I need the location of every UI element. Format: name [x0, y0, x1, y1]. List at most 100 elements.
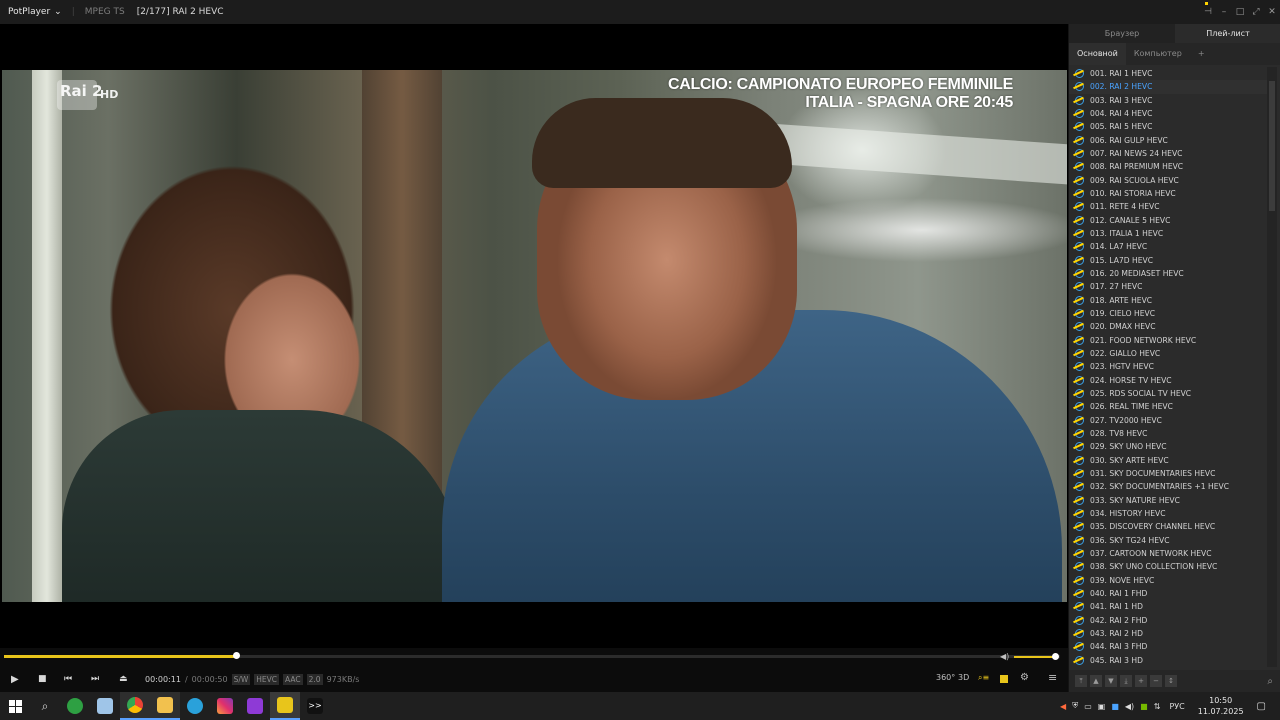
playlist-item[interactable]: 037. CARTOON NETWORK HEVC [1069, 547, 1267, 560]
move-top-icon[interactable]: ⤒ [1075, 675, 1087, 687]
telegram-icon[interactable] [180, 692, 210, 720]
playlist-item[interactable]: 030. SKY ARTE HEVC [1069, 454, 1267, 467]
playlist-item[interactable]: 039. NOVE HEVC [1069, 573, 1267, 586]
playlist-item[interactable]: 003. RAI 3 HEVC [1069, 94, 1267, 107]
playlist-item[interactable]: 024. HORSE TV HEVC [1069, 374, 1267, 387]
playlist-item[interactable]: 004. RAI 4 HEVC [1069, 107, 1267, 120]
instagram-icon[interactable] [210, 692, 240, 720]
playlist-item[interactable]: 012. CANALE 5 HEVC [1069, 214, 1267, 227]
chrome-icon[interactable] [120, 692, 150, 720]
playlist-item[interactable]: 015. LA7D HEVC [1069, 254, 1267, 267]
playlist-item[interactable]: 001. RAI 1 HEVC [1069, 67, 1267, 80]
scrollbar-thumb[interactable] [1269, 81, 1275, 211]
subtab-main[interactable]: Основной [1069, 43, 1126, 65]
playlist-item[interactable]: 044. RAI 3 FHD [1069, 640, 1267, 653]
playlist-item[interactable]: 041. RAI 1 HD [1069, 600, 1267, 613]
gear-icon[interactable]: ⚙ [1020, 672, 1029, 683]
playlist-item[interactable]: 009. RAI SCUOLA HEVC [1069, 174, 1267, 187]
playlist-item[interactable]: 016. 20 MEDIASET HEVC [1069, 267, 1267, 280]
playlist-item[interactable]: 034. HISTORY HEVC [1069, 507, 1267, 520]
display-icon[interactable]: ▣ [1098, 702, 1106, 711]
playlist-item[interactable]: 014. LA7 HEVC [1069, 240, 1267, 253]
video-frame[interactable]: Rai 2 HD CALCIO: CAMPIONATO EUROPEO FEMM… [2, 70, 1067, 602]
playlist-item[interactable]: 007. RAI NEWS 24 HEVC [1069, 147, 1267, 160]
search-taskbar-icon[interactable]: ⌕ [30, 692, 60, 720]
close-icon[interactable]: ✕ [1264, 7, 1280, 17]
play-button[interactable]: ▶ [11, 674, 19, 685]
defender-icon[interactable]: ⛨ [1072, 701, 1078, 711]
playlist-scrollbar[interactable] [1267, 67, 1277, 667]
eject-button[interactable]: ⏏ [119, 674, 128, 684]
vr-360-button[interactable]: 360° [936, 673, 955, 682]
playlist-item[interactable]: 038. SKY UNO COLLECTION HEVC [1069, 560, 1267, 573]
remove-icon[interactable]: − [1150, 675, 1162, 687]
language-indicator[interactable]: РУС [1169, 702, 1184, 711]
playlist-item[interactable]: 042. RAI 2 FHD [1069, 613, 1267, 626]
playlist-item[interactable]: 043. RAI 2 HD [1069, 627, 1267, 640]
playlist-item[interactable]: 029. SKY UNO HEVC [1069, 440, 1267, 453]
file-explorer-icon[interactable] [150, 692, 180, 720]
3d-button[interactable]: 3D [958, 673, 969, 682]
playlist-item[interactable]: 020. DMAX HEVC [1069, 320, 1267, 333]
playlist-item[interactable]: 040. RAI 1 FHD [1069, 587, 1267, 600]
playlist-item[interactable]: 013. ITALIA 1 HEVC [1069, 227, 1267, 240]
move-up-icon[interactable]: ▲ [1090, 675, 1102, 687]
playlist-item[interactable]: 006. RAI GULP HEVC [1069, 134, 1267, 147]
decoder-tag[interactable]: S/W [231, 674, 251, 685]
audio-channels-tag[interactable]: 2.0 [306, 674, 323, 685]
playlist-item[interactable]: 022. GIALLO HEVC [1069, 347, 1267, 360]
previous-button[interactable]: ⏮ [64, 674, 72, 684]
playlist-item[interactable]: 023. HGTV HEVC [1069, 360, 1267, 373]
playlist-item[interactable]: 028. TV8 HEVC [1069, 427, 1267, 440]
playlist-item[interactable]: 005. RAI 5 HEVC [1069, 120, 1267, 133]
playlist-item[interactable]: 010. RAI STORIA HEVC [1069, 187, 1267, 200]
torrent-app-icon[interactable] [60, 692, 90, 720]
downloader-icon[interactable] [240, 692, 270, 720]
next-button[interactable]: ⏭ [91, 674, 99, 684]
notes-app-icon[interactable] [90, 692, 120, 720]
seek-bar[interactable] [4, 652, 1060, 659]
playlist-search-icon[interactable]: ⌕≡ [978, 673, 989, 683]
playlist-item[interactable]: 036. SKY TG24 HEVC [1069, 533, 1267, 546]
video-area[interactable]: Rai 2 HD CALCIO: CAMPIONATO EUROPEO FEMM… [0, 24, 1068, 648]
playlist-item[interactable]: 025. RDS SOCIAL TV HEVC [1069, 387, 1267, 400]
volume-tray-icon[interactable]: ◀) [1125, 702, 1134, 711]
minimize-icon[interactable]: – [1216, 7, 1232, 17]
sort-icon[interactable]: ↕ [1165, 675, 1177, 687]
playlist-item[interactable]: 045. RAI 3 HD [1069, 653, 1267, 666]
playlist-item[interactable]: 008. RAI PREMIUM HEVC [1069, 160, 1267, 173]
playlist-item[interactable]: 017. 27 HEVC [1069, 280, 1267, 293]
audio-codec-tag[interactable]: AAC [283, 674, 303, 685]
sync-icon[interactable]: ⇅ [1154, 702, 1161, 711]
add-icon[interactable]: + [1135, 675, 1147, 687]
playlist-item[interactable]: 032. SKY DOCUMENTARIES +1 HEVC [1069, 480, 1267, 493]
playlist-item[interactable]: 002. RAI 2 HEVC [1069, 80, 1267, 94]
seek-handle[interactable] [233, 652, 241, 659]
playlist-item[interactable]: 035. DISCOVERY CHANNEL HEVC [1069, 520, 1267, 533]
add-tab-button[interactable]: + [1190, 43, 1213, 65]
menu-icon[interactable]: ≡ [1048, 671, 1057, 684]
notification-icon[interactable]: ▢ [1257, 701, 1266, 712]
video-codec-tag[interactable]: HEVC [254, 674, 280, 685]
search-icon[interactable]: ⌕ [1267, 676, 1273, 687]
playlist-item[interactable]: 026. REAL TIME HEVC [1069, 400, 1267, 413]
maximize-icon[interactable]: ⤢ [1248, 7, 1264, 17]
playlist-item[interactable]: 018. ARTE HEVC [1069, 294, 1267, 307]
subtab-computer[interactable]: Компьютер [1126, 43, 1190, 65]
playlist-item[interactable]: 011. RETE 4 HEVC [1069, 200, 1267, 213]
tray-arrow-icon[interactable]: ◀ [1060, 702, 1066, 711]
app-menu-button[interactable]: PotPlayer ⌄ [0, 7, 68, 17]
potplayer-taskbar-icon[interactable] [270, 692, 300, 720]
terminal-icon[interactable]: >> [300, 692, 330, 720]
pin-icon[interactable]: ⊣ [1200, 7, 1216, 17]
windows-start-icon[interactable] [0, 692, 30, 720]
playlist-item[interactable]: 019. CIELO HEVC [1069, 307, 1267, 320]
restore-icon[interactable]: □ [1232, 7, 1248, 17]
nvidia-icon[interactable]: ■ [1140, 702, 1148, 711]
speaker-icon[interactable]: ◀) [1000, 652, 1009, 661]
playlist-item[interactable]: 027. TV2000 HEVC [1069, 414, 1267, 427]
move-bottom-icon[interactable]: ⤓ [1120, 675, 1132, 687]
tab-browser[interactable]: Браузер [1069, 24, 1175, 43]
network-icon[interactable]: ▭ [1084, 702, 1092, 711]
playlist-item[interactable]: 033. SKY NATURE HEVC [1069, 494, 1267, 507]
